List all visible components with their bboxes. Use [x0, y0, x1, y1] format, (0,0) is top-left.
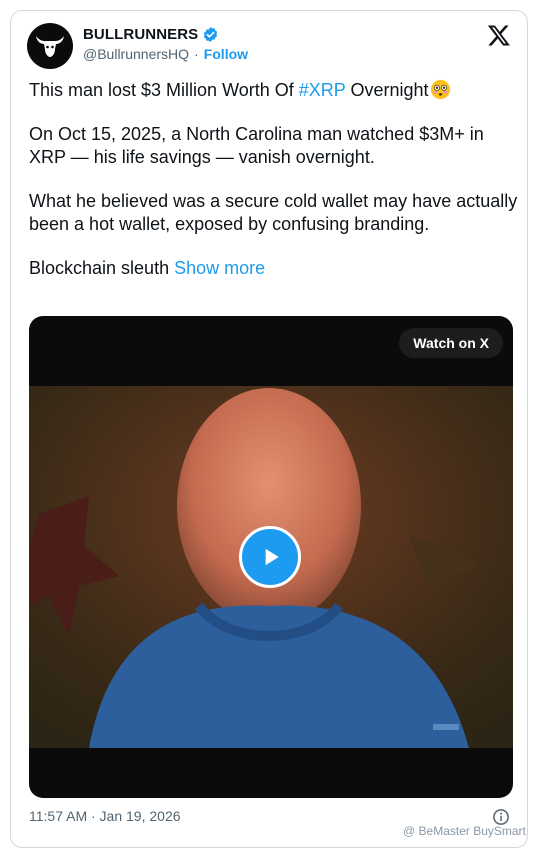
tweet-text: This man lost $3 Million Worth Of #XRP O… — [29, 79, 519, 301]
bull-logo-icon — [36, 36, 64, 57]
author-name-row: BULLRUNNERS — [83, 26, 219, 43]
author-name[interactable]: BULLRUNNERS — [83, 26, 198, 43]
tweet-paragraph-4-text: Blockchain sleuth — [29, 258, 175, 278]
show-more-link[interactable]: Show more — [174, 258, 265, 278]
tweet-paragraph-4: Blockchain sleuth Show more — [29, 257, 519, 280]
separator-dot: · — [194, 46, 199, 62]
flushed-face-emoji-icon — [430, 79, 450, 100]
watch-on-x-button[interactable]: Watch on X — [399, 328, 503, 358]
tweet-paragraph-1: This man lost $3 Million Worth Of #XRP O… — [29, 79, 519, 102]
play-icon — [265, 548, 279, 566]
follow-button[interactable]: Follow — [204, 46, 248, 62]
tweet-card: BULLRUNNERS @BullrunnersHQ · Follow This… — [10, 10, 528, 848]
hashtag-link[interactable]: #XRP — [299, 80, 346, 100]
tweet-paragraph-1-text: This man lost $3 Million Worth Of — [29, 80, 299, 100]
handle-row: @BullrunnersHQ · Follow — [83, 46, 248, 62]
tweet-paragraph-2: On Oct 15, 2025, a North Carolina man wa… — [29, 124, 484, 167]
video-player[interactable]: Watch on X — [29, 316, 513, 798]
verified-badge-icon — [204, 27, 218, 42]
play-button[interactable] — [239, 526, 301, 588]
watermark: @ BeMaster BuySmart — [403, 824, 526, 838]
author-handle[interactable]: @BullrunnersHQ — [83, 46, 189, 62]
tweet-paragraph-3: What he believed was a secure cold walle… — [29, 191, 518, 234]
tweet-timestamp[interactable]: 11:57 AM · Jan 19, 2026 — [29, 808, 181, 824]
tweet-paragraph-1-tail: Overnight — [345, 80, 429, 100]
x-logo-icon[interactable] — [487, 23, 511, 47]
avatar[interactable] — [27, 23, 73, 69]
